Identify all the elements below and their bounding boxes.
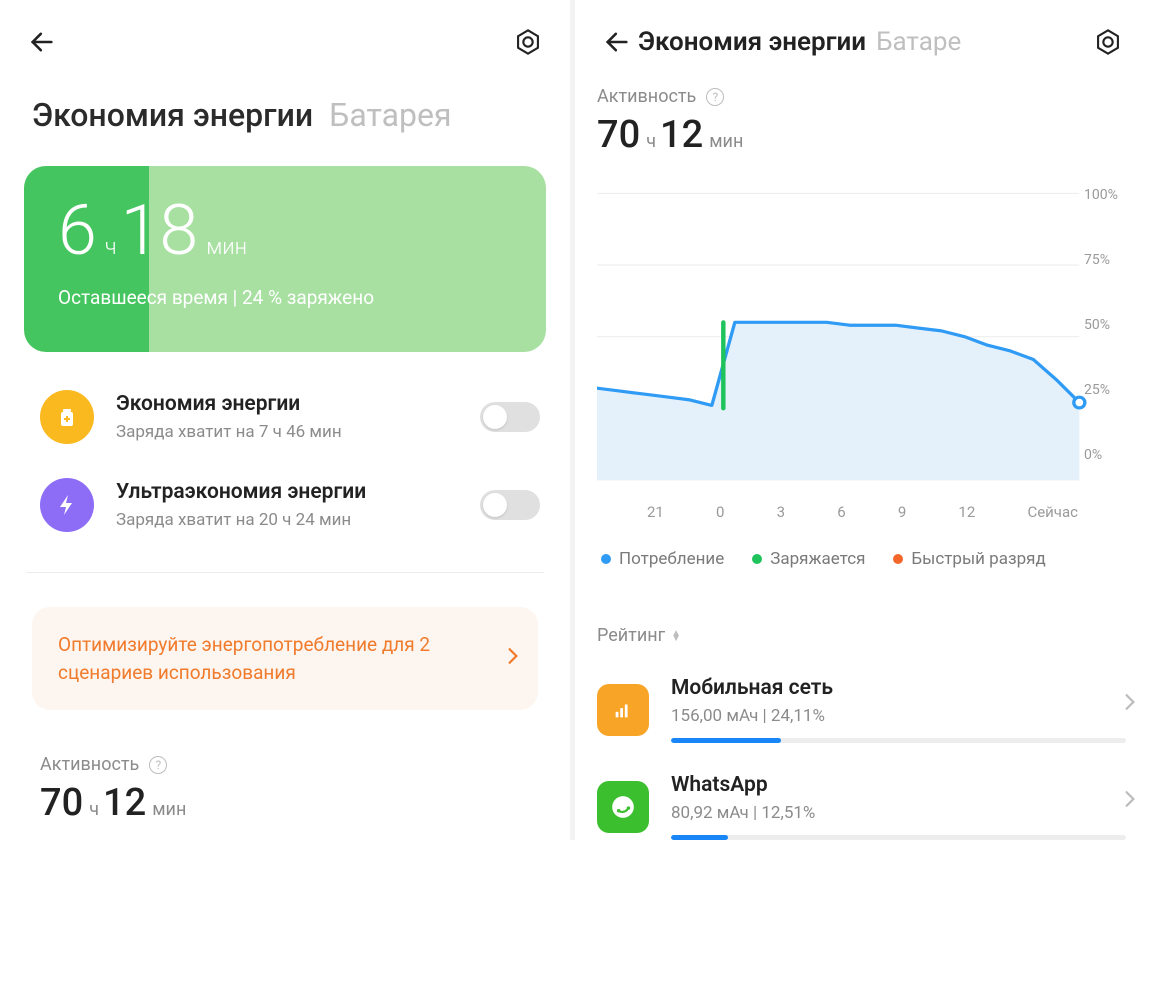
rating-label: Рейтинг bbox=[597, 625, 665, 646]
help-icon[interactable]: ? bbox=[706, 88, 724, 106]
app-detail: 156,00 мАч | 24,11% bbox=[671, 706, 1126, 726]
battery-remaining-sub: Оставшееся время | 24 % заряжено bbox=[58, 286, 512, 309]
battery-plus-icon bbox=[40, 390, 94, 444]
activity-time: 70ч12мин bbox=[597, 113, 1128, 157]
divider bbox=[26, 572, 544, 573]
battery-remaining-card[interactable]: 6ч18мин Оставшееся время | 24 % заряжено bbox=[24, 166, 546, 352]
power-saving-sub: Заряда хватит на 7 ч 46 мин bbox=[116, 422, 458, 442]
back-button[interactable] bbox=[26, 26, 58, 58]
app-usage-list: Мобильная сеть 156,00 мАч | 24,11% WhatsAp… bbox=[575, 646, 1150, 840]
help-icon[interactable]: ? bbox=[149, 756, 167, 774]
tab-energy-saving[interactable]: Экономия энергии bbox=[32, 96, 313, 134]
chart-xlabels: 21 0 3 6 9 12 Сейчас bbox=[597, 497, 1128, 521]
tab-row: Экономия энергии Батарея bbox=[0, 68, 570, 144]
optimize-button[interactable]: Оптимизируйте энергопотребление для 2 сц… bbox=[32, 607, 538, 710]
chevron-right-icon bbox=[506, 646, 520, 671]
optimize-label: Оптимизируйте энергопотребление для 2 сц… bbox=[58, 631, 494, 686]
app-usage-bar bbox=[671, 835, 1126, 840]
mobile-icon bbox=[597, 684, 649, 736]
power-saving-row[interactable]: Экономия энергии Заряда хватит на 7 ч 46… bbox=[0, 368, 570, 456]
screen-energy-saving: Экономия энергии Батарея 6ч18мин Оставше… bbox=[0, 0, 575, 840]
chart-legend: Потребление Заряжается Быстрый разряд bbox=[597, 521, 1128, 569]
battery-remaining-time: 6ч18мин bbox=[58, 196, 512, 266]
activity-label: Активность bbox=[597, 86, 696, 107]
sort-icon: ▲▼ bbox=[671, 631, 681, 641]
header: Экономия энергии Батаре bbox=[575, 0, 1150, 68]
app-title: WhatsApp bbox=[671, 773, 1126, 797]
battery-chart[interactable]: 100% 75% 50% 25% 0% bbox=[597, 187, 1128, 497]
app-item-whatsapp[interactable]: WhatsApp 80,92 мАч | 12,51% bbox=[575, 743, 1150, 840]
power-saving-toggle[interactable] bbox=[480, 402, 540, 432]
ultra-saving-toggle[interactable] bbox=[480, 490, 540, 520]
screen-battery-stats: Экономия энергии Батаре Активность ? 70ч… bbox=[575, 0, 1150, 840]
chevron-right-icon bbox=[1124, 692, 1136, 717]
settings-button[interactable] bbox=[1092, 26, 1124, 58]
tab-energy-saving[interactable]: Экономия энергии bbox=[638, 27, 866, 57]
tab-battery[interactable]: Батаре bbox=[876, 27, 961, 57]
header bbox=[0, 0, 570, 68]
rating-sort-button[interactable]: Рейтинг ▲▼ bbox=[575, 625, 1150, 646]
bolt-icon bbox=[40, 478, 94, 532]
legend-consumption: Потребление bbox=[601, 549, 724, 569]
activity-block: Активность ? 70ч12мин bbox=[0, 710, 570, 825]
settings-button[interactable] bbox=[512, 26, 544, 58]
activity-label: Активность bbox=[40, 754, 139, 775]
app-title: Мобильная сеть bbox=[671, 676, 1126, 700]
ultra-saving-title: Ультраэкономия энергии bbox=[116, 480, 458, 504]
app-item-mobile[interactable]: Мобильная сеть 156,00 мАч | 24,11% bbox=[575, 646, 1150, 743]
ultra-saving-sub: Заряда хватит на 20 ч 24 мин bbox=[116, 510, 458, 530]
legend-fast-drain: Быстрый разряд bbox=[893, 549, 1045, 569]
tab-battery[interactable]: Батарея bbox=[329, 96, 451, 134]
power-saving-title: Экономия энергии bbox=[116, 392, 458, 416]
chevron-right-icon bbox=[1124, 789, 1136, 814]
whatsapp-icon bbox=[597, 781, 649, 833]
back-button[interactable] bbox=[601, 26, 633, 58]
app-detail: 80,92 мАч | 12,51% bbox=[671, 803, 1126, 823]
ultra-saving-row[interactable]: Ультраэкономия энергии Заряда хватит на … bbox=[0, 456, 570, 544]
legend-charging: Заряжается bbox=[752, 549, 865, 569]
activity-time: 70ч12мин bbox=[40, 781, 544, 825]
activity-block: Активность ? 70ч12мин 100% 75% 50% 25% 0… bbox=[575, 68, 1150, 569]
